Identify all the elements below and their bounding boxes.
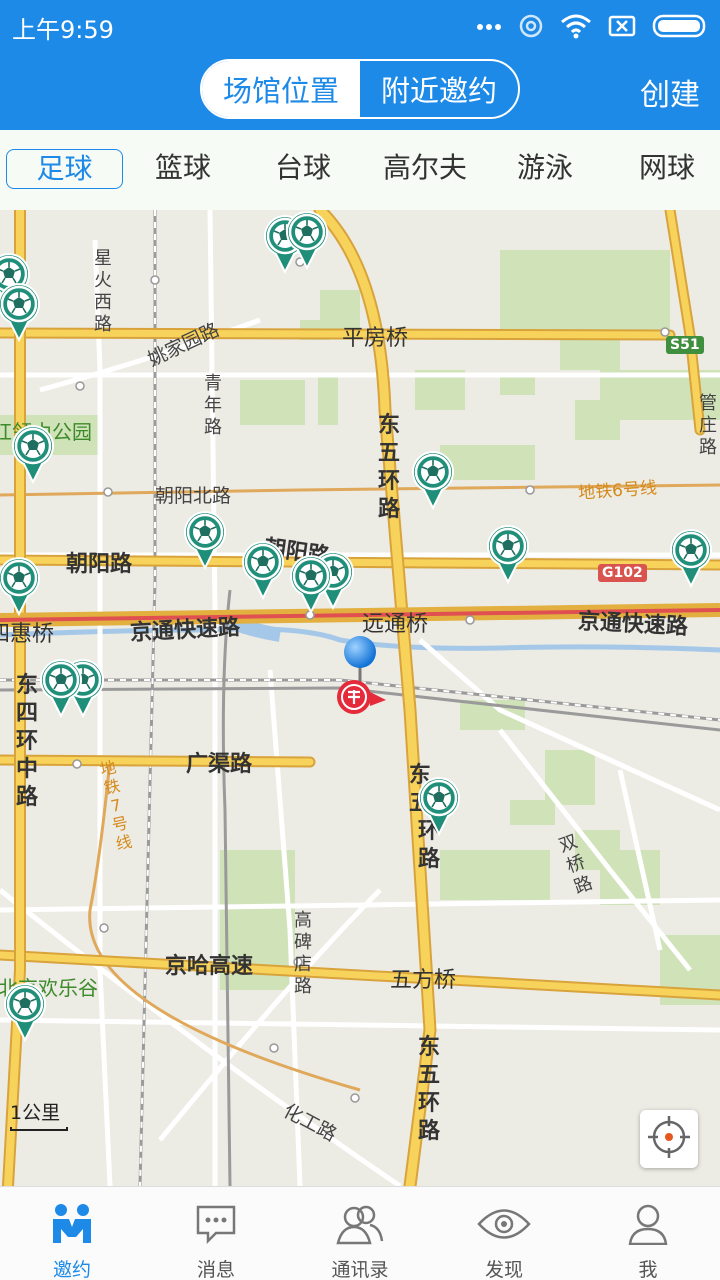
map-label-wufangqiao: 五方桥 bbox=[390, 968, 457, 993]
nav-discover-label: 发现 bbox=[484, 1259, 523, 1280]
map-label-pingfangqiao: 平房桥 bbox=[342, 326, 409, 351]
football-venue-icon bbox=[242, 541, 284, 600]
status-icons bbox=[476, 12, 708, 40]
sim-card-icon bbox=[608, 15, 636, 37]
map-label-dongwuhuan-bottom: 东五环路 bbox=[417, 1035, 440, 1144]
map-label-jingtong-right: 京通快速路 bbox=[577, 609, 689, 640]
contacts-icon bbox=[334, 1203, 386, 1249]
crosshair-icon bbox=[646, 1114, 692, 1164]
nav-contacts[interactable]: 通讯录 bbox=[288, 1187, 432, 1280]
venue-marker[interactable] bbox=[416, 776, 462, 836]
football-venue-icon bbox=[40, 659, 82, 718]
map-label-chaoyanglu-left: 朝阳路 bbox=[66, 552, 133, 577]
football-venue-icon bbox=[0, 283, 40, 342]
status-bar: 上午9:59 bbox=[0, 0, 720, 52]
venue-marker[interactable] bbox=[182, 510, 228, 570]
category-billiards[interactable]: 台球 bbox=[250, 149, 356, 189]
message-icon bbox=[194, 1203, 238, 1249]
football-venue-icon bbox=[670, 529, 712, 588]
venue-marker[interactable] bbox=[240, 540, 286, 600]
venue-marker[interactable] bbox=[485, 524, 531, 584]
venue-marker[interactable] bbox=[2, 982, 48, 1042]
venue-marker[interactable] bbox=[410, 450, 456, 510]
nav-contacts-label: 通讯录 bbox=[331, 1259, 389, 1280]
venue-marker[interactable] bbox=[284, 210, 330, 270]
invite-people-icon bbox=[50, 1203, 94, 1249]
profile-icon bbox=[626, 1203, 670, 1249]
football-venue-icon bbox=[12, 425, 54, 484]
football-venue-icon bbox=[418, 777, 460, 836]
highway-shield-s51: S51 bbox=[666, 336, 704, 354]
football-venue-icon bbox=[286, 211, 328, 270]
venue-marker[interactable] bbox=[288, 554, 334, 614]
create-button[interactable]: 创建 bbox=[640, 70, 700, 114]
venue-marker[interactable] bbox=[38, 658, 84, 718]
map-label-dongwuhuan-top: 东五环路 bbox=[377, 413, 400, 522]
locate-me-button[interactable] bbox=[640, 1110, 698, 1168]
current-location-pin[interactable] bbox=[334, 634, 394, 724]
nav-me-label: 我 bbox=[638, 1259, 658, 1280]
map-label-guangqu: 广渠路 bbox=[186, 752, 253, 777]
bottom-navigation: 邀约 消息 通讯录 发现 我 bbox=[0, 1186, 720, 1280]
category-basketball[interactable]: 篮球 bbox=[130, 149, 236, 189]
venue-marker[interactable] bbox=[0, 556, 42, 616]
app-header: 上午9:59 场馆位置 附近邀约 创建 bbox=[0, 0, 720, 130]
map-label-chaoyangbei: 朝阳北路 bbox=[155, 485, 232, 507]
eye-icon bbox=[477, 1203, 531, 1249]
map-label-guanzhuang: 管庄路 bbox=[699, 393, 717, 458]
football-venue-icon bbox=[290, 555, 332, 614]
battery-icon bbox=[652, 14, 708, 38]
tab-venue-location[interactable]: 场馆位置 bbox=[202, 61, 360, 117]
football-venue-icon bbox=[0, 557, 40, 616]
wifi-icon bbox=[560, 13, 592, 39]
nav-messages[interactable]: 消息 bbox=[144, 1187, 288, 1280]
category-football[interactable]: 足球 bbox=[6, 149, 123, 189]
nav-invite[interactable]: 邀约 bbox=[0, 1187, 144, 1280]
hotspot-icon bbox=[518, 13, 544, 39]
nav-me[interactable]: 我 bbox=[576, 1187, 720, 1280]
more-dots-icon bbox=[476, 21, 502, 31]
football-venue-icon bbox=[184, 511, 226, 570]
map-label-sihuiqiao: 四惠桥 bbox=[0, 622, 55, 647]
sport-category-tabs: 足球 篮球 台球 高尔夫 游泳 网球 bbox=[0, 130, 720, 210]
venue-marker[interactable] bbox=[0, 282, 42, 342]
map-label-jingtong-left: 京通快速路 bbox=[129, 615, 241, 646]
football-venue-icon bbox=[4, 983, 46, 1042]
nav-discover[interactable]: 发现 bbox=[432, 1187, 576, 1280]
map-label-jingha: 京哈高速 bbox=[165, 954, 254, 979]
map-view[interactable]: 星火西路 姚家园路 平房桥 青年路 东五环路 管庄路 红领巾公园 朝阳北路 地铁… bbox=[0, 210, 720, 1186]
map-scale: 1公里 bbox=[10, 1098, 68, 1131]
category-swimming[interactable]: 游泳 bbox=[492, 149, 598, 189]
status-time: 上午9:59 bbox=[12, 16, 114, 44]
map-label-dongsihuan: 东四环中路 bbox=[15, 673, 38, 810]
map-scale-bar bbox=[10, 1127, 68, 1131]
category-golf[interactable]: 高尔夫 bbox=[370, 149, 480, 189]
venue-marker[interactable] bbox=[668, 528, 714, 588]
highway-shield-g102: G102 bbox=[598, 564, 647, 582]
nav-messages-label: 消息 bbox=[196, 1259, 235, 1280]
map-label-gaobeidian: 高碑店路 bbox=[294, 910, 312, 997]
view-segmented-control: 场馆位置 附近邀约 bbox=[200, 59, 520, 119]
nav-invite-label: 邀约 bbox=[52, 1259, 91, 1280]
tab-nearby-invites[interactable]: 附近邀约 bbox=[360, 61, 518, 117]
map-label-xinghuo: 星火西路 bbox=[94, 248, 112, 335]
map-scale-label: 1公里 bbox=[10, 1102, 61, 1124]
map-label-qingnian: 青年路 bbox=[204, 373, 222, 438]
football-venue-icon bbox=[412, 451, 454, 510]
football-venue-icon bbox=[487, 525, 529, 584]
category-tennis[interactable]: 网球 bbox=[614, 149, 720, 189]
venue-marker[interactable] bbox=[10, 424, 56, 484]
